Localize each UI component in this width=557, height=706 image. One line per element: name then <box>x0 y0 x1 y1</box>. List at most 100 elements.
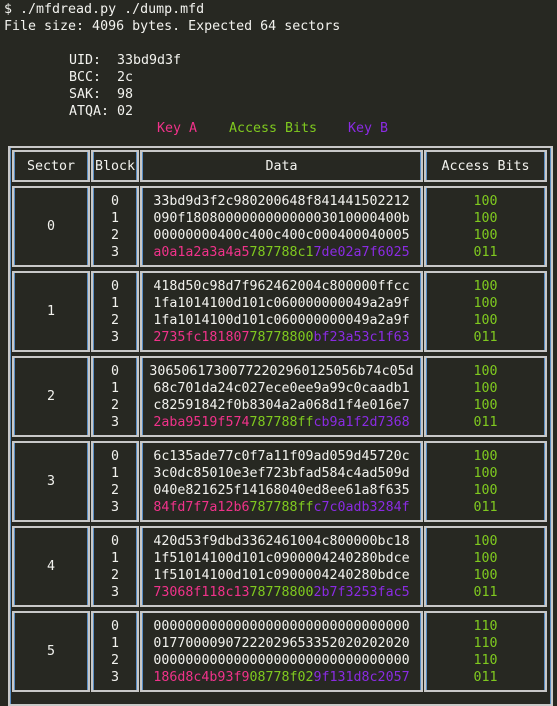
block-cell: 0123 <box>91 441 139 522</box>
data-cell: 00000000000000000000000000000000 01770000… <box>140 611 423 692</box>
sector-cell: 3 <box>12 441 90 522</box>
access-bits-value: 110 <box>473 635 498 651</box>
access-bits-cell: 110 110 110 011 <box>424 611 547 692</box>
trailer-key-a: 186d8c4b93f9 <box>153 669 250 685</box>
header-block: Block <box>91 150 139 182</box>
data-block-hex: 30650617300772202960125056b74c05d <box>149 363 414 379</box>
header-sector: Sector <box>12 150 90 182</box>
sector-cell: 4 <box>12 526 90 607</box>
block-number: 2 <box>110 567 119 583</box>
data-block-hex: 1fa1014100d101c060000000049a2a9f <box>153 295 410 311</box>
access-bits-value: 110 <box>473 652 498 668</box>
trailer-access-bits: 787788c1 <box>249 244 314 260</box>
sector-trailer: 2735fc18180778778800bf23a53c1f63 <box>153 329 409 346</box>
atqa-value: 02 <box>117 104 134 119</box>
sector-trailer: a0a1a2a3a4a5787788c17de02a7f6025 <box>153 244 409 261</box>
sector-number: 4 <box>46 559 55 574</box>
uid-value: 33bd9d3f <box>117 53 182 68</box>
access-bits-value: 100 <box>473 550 498 566</box>
block-number: 2 <box>110 397 119 413</box>
data-cell: 420d53f9dbd3362461004c800000bc18 1f510141… <box>140 526 423 607</box>
block-number: 1 <box>110 210 119 226</box>
trailer-key-b: bf23a53c1f63 <box>313 329 410 345</box>
data-block-hex: 33bd9d3f2c980200648f841441502212 <box>153 193 410 209</box>
legend-key-b: Key B <box>348 121 389 136</box>
data-block-hex: 00000000000000000000000000000000 <box>153 618 410 634</box>
sector-cell: 2 <box>12 356 90 437</box>
trailer-key-a: 84fd7f7a12b6 <box>153 499 250 515</box>
data-block-hex: 00000000000000000000000000000000 <box>153 652 410 668</box>
header-block-label: Block <box>94 158 136 174</box>
block-number: 3 <box>110 584 119 600</box>
block-number: 0 <box>110 448 119 464</box>
access-bits-value: 100 <box>473 193 498 209</box>
block-number: 2 <box>110 652 119 668</box>
sector-number: 1 <box>46 304 55 319</box>
data-cell: 6c135ade77c0f7a11f09ad059d45720c 3c0dc850… <box>140 441 423 522</box>
data-block-hex: 6c135ade77c0f7a11f09ad059d45720c <box>153 448 410 464</box>
data-block-hex: 01770000907222029653352020202020 <box>153 635 410 651</box>
sector-number: 3 <box>46 474 55 489</box>
access-bits-value: 100 <box>473 567 498 583</box>
trailer-access-bits: 787788ff <box>249 499 314 515</box>
access-bits-value: 100 <box>473 363 498 379</box>
sector-table: Sector Block Data Access Bits 0 0 1 2 3 33bd9d3f2… <box>8 146 553 706</box>
block-number: 1 <box>110 635 119 651</box>
block-number: 3 <box>110 414 119 430</box>
data-block-hex: 090f180800000000000003010000400b <box>153 210 410 226</box>
access-bits-value: 100 <box>473 533 498 549</box>
trailer-key-b: 9f131d8c2057 <box>313 669 410 685</box>
access-bits-value: 110 <box>473 618 498 634</box>
access-bits-value: 011 <box>473 499 498 515</box>
data-block-hex: 040e821625f14168040ed8ee61a8f635 <box>153 482 410 498</box>
legend-key-a: Key A <box>157 121 198 136</box>
block-number: 1 <box>110 380 119 396</box>
data-block-hex: 1fa1014100d101c060000000049a2a9f <box>153 312 410 328</box>
data-block-hex: 1f51014100d101c0900004240280bdce <box>153 550 410 566</box>
header-access-bits: Access Bits <box>424 150 547 182</box>
block-number: 0 <box>110 618 119 634</box>
block-number: 3 <box>110 244 119 260</box>
trailer-key-a: 73068f118c13 <box>153 584 250 600</box>
data-block-hex: 00000000400c400c400c000400040005 <box>153 227 410 243</box>
header-data: Data <box>140 150 423 182</box>
trailer-access-bits: 78778800 <box>249 584 314 600</box>
block-number: 2 <box>110 482 119 498</box>
bcc-label: BCC: <box>69 70 102 85</box>
data-cell: 33bd9d3f2c980200648f841441502212 090f1808… <box>140 186 423 267</box>
trailer-key-b: c7c0adb3284f <box>313 499 410 515</box>
block-number: 0 <box>110 193 119 209</box>
command-line: $ ./mfdread.py ./dump.mfd <box>4 2 205 17</box>
sak-value: 98 <box>117 87 134 102</box>
access-bits-cell: 100 100 100 011 <box>424 356 547 437</box>
access-bits-value: 100 <box>473 465 498 481</box>
header-data-label: Data <box>265 158 298 174</box>
block-number: 1 <box>110 295 119 311</box>
trailer-key-a: a0a1a2a3a4a5 <box>153 244 250 260</box>
block-number: 3 <box>110 669 119 685</box>
data-block-hex: 418d50c98d7f962462004c800000ffcc <box>153 278 410 294</box>
block-number: 1 <box>110 465 119 481</box>
file-size-info: File size: 4096 bytes. Expected 64 secto… <box>4 19 341 34</box>
access-bits-value: 100 <box>473 278 498 294</box>
sector-cell: 0 <box>12 186 90 267</box>
trailer-access-bits: 787788ff <box>249 414 314 430</box>
access-bits-value: 011 <box>473 414 498 430</box>
sak-label: SAK: <box>69 87 102 102</box>
trailer-access-bits: 08778f02 <box>249 669 314 685</box>
legend-access-bits: Access Bits <box>229 121 318 136</box>
bcc-value: 2c <box>117 70 134 85</box>
block-number: 0 <box>110 278 119 294</box>
block-cell: 0123 <box>91 526 139 607</box>
data-block-hex: 68c701da24c027ece0ee9a99c0caadb1 <box>153 380 410 396</box>
block-number: 2 <box>110 312 119 328</box>
access-bits-cell: 100 100 100 011 <box>424 271 547 352</box>
trailer-access-bits: 78778800 <box>249 329 314 345</box>
access-bits-value: 100 <box>473 312 498 328</box>
sector-trailer: 84fd7f7a12b6787788ffc7c0adb3284f <box>153 499 409 516</box>
data-block-hex: 420d53f9dbd3362461004c800000bc18 <box>153 533 410 549</box>
atqa-label: ATQA: <box>69 104 110 119</box>
block-number: 0 <box>110 533 119 549</box>
access-bits-cell: 100 100 100 011 <box>424 526 547 607</box>
header-access-bits-label: Access Bits <box>441 158 530 174</box>
